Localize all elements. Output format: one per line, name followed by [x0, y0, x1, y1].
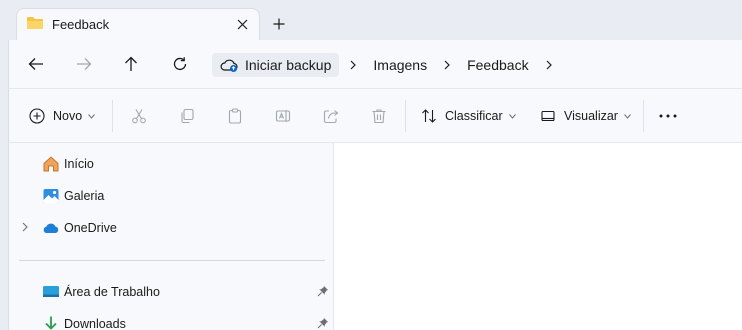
rename-button[interactable] [275, 105, 291, 127]
copy-icon [181, 108, 194, 124]
downloads-icon [45, 316, 57, 330]
breadcrumb-backup-label: Iniciar backup [245, 57, 332, 73]
toolbar-separator [643, 100, 644, 132]
sort-button[interactable]: Classificar [421, 105, 516, 127]
breadcrumb-separator[interactable] [339, 53, 367, 77]
arrow-left-icon [28, 58, 43, 70]
breadcrumb-backup[interactable]: Iniciar backup [212, 53, 340, 77]
sidebar-item-downloads[interactable]: Downloads [9, 311, 335, 330]
chevron-down-icon [508, 113, 516, 119]
rename-icon [275, 110, 291, 122]
new-button-label: Novo [53, 109, 83, 123]
share-button[interactable] [323, 105, 339, 127]
file-explorer-window: Feedback Iniciar backup Imagens Feedback… [8, 0, 742, 330]
chevron-right-icon [444, 60, 450, 70]
arrow-right-icon [77, 58, 92, 70]
breadcrumb-separator[interactable] [535, 53, 563, 77]
chevron-down-icon [624, 113, 631, 119]
view-button-label: Visualizar [564, 109, 618, 123]
copy-button[interactable] [179, 105, 195, 127]
close-tab-button[interactable] [232, 14, 252, 34]
gallery-icon [43, 189, 59, 203]
sidebar-item-label: Galeria [64, 189, 105, 203]
breadcrumb-feedback[interactable]: Feedback [461, 57, 534, 73]
sidebar-item-label: Início [64, 157, 94, 171]
chevron-right-icon [546, 60, 552, 70]
breadcrumb-imagens[interactable]: Imagens [367, 57, 433, 73]
onedrive-icon [43, 223, 59, 233]
toolbar-separator [112, 100, 113, 132]
navigation-bar: Iniciar backup Imagens Feedback [8, 40, 742, 88]
pin-icon[interactable] [317, 317, 329, 329]
plus-icon [273, 18, 285, 30]
cloud-backup-icon [220, 59, 238, 72]
sidebar-item-label: Downloads [64, 317, 126, 330]
sidebar-divider [19, 260, 325, 261]
home-icon [43, 156, 59, 172]
sort-icon [422, 109, 436, 123]
sidebar-item-label: OneDrive [64, 221, 117, 235]
more-options-button[interactable] [659, 105, 677, 127]
add-circle-icon [29, 108, 45, 124]
command-bar: Novo Classificar Visualizar [8, 88, 742, 143]
trash-icon [372, 109, 386, 124]
refresh-icon [173, 57, 187, 71]
view-icon [541, 110, 555, 122]
paste-button[interactable] [227, 105, 243, 127]
breadcrumb-separator[interactable] [433, 53, 461, 77]
desktop-icon [43, 286, 59, 297]
arrow-up-icon [125, 56, 137, 71]
file-list-area[interactable] [334, 143, 742, 330]
navigation-pane: Início Galeria OneDrive Área de Trabalho… [8, 143, 334, 330]
chevron-right-icon [22, 222, 28, 232]
breadcrumb: Iniciar backup Imagens Feedback [212, 52, 563, 78]
delete-button[interactable] [371, 105, 387, 127]
sidebar-item-galeria[interactable]: Galeria [9, 183, 335, 209]
cut-button[interactable] [131, 105, 147, 127]
refresh-button[interactable] [168, 52, 192, 76]
sidebar-item-label: Área de Trabalho [64, 285, 160, 299]
clipboard-icon [228, 108, 242, 124]
back-button[interactable] [24, 52, 48, 76]
close-icon [237, 19, 247, 29]
up-button[interactable] [119, 52, 143, 76]
toolbar-separator [405, 100, 406, 132]
new-tab-button[interactable] [269, 14, 289, 34]
sidebar-item-inicio[interactable]: Início [9, 151, 335, 177]
tab-feedback[interactable]: Feedback [16, 8, 260, 40]
tab-title: Feedback [52, 17, 110, 32]
sidebar-item-area-de-trabalho[interactable]: Área de Trabalho [9, 279, 335, 305]
folder-icon [27, 17, 43, 29]
tab-strip: Feedback [8, 0, 742, 40]
view-button[interactable]: Visualizar [540, 105, 631, 127]
sidebar-item-onedrive[interactable]: OneDrive [9, 215, 335, 241]
scissors-icon [132, 109, 146, 124]
chevron-right-icon [350, 60, 357, 70]
pin-icon[interactable] [317, 285, 329, 297]
forward-button[interactable] [72, 52, 96, 76]
share-icon [323, 110, 339, 124]
sort-button-label: Classificar [445, 109, 503, 123]
new-button[interactable]: Novo [29, 105, 96, 127]
more-icon [659, 114, 677, 118]
chevron-down-icon [88, 113, 96, 119]
